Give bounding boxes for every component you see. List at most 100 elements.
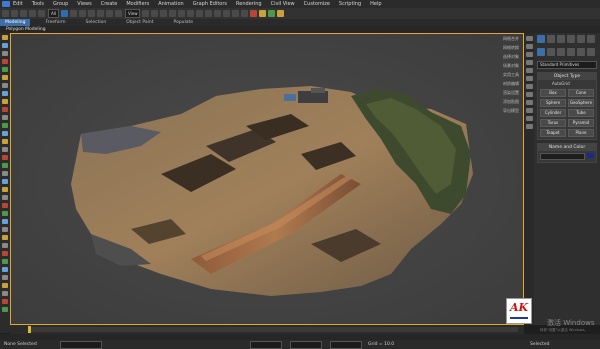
teapot-button[interactable]: Teapot bbox=[540, 129, 566, 137]
menu-graph-editors[interactable]: Graph Editors bbox=[193, 0, 227, 8]
x-coordinate-field[interactable] bbox=[250, 341, 282, 349]
tool-icon-20[interactable] bbox=[2, 187, 8, 192]
strip-icon-7[interactable] bbox=[525, 84, 533, 89]
tool-icon-17[interactable] bbox=[2, 163, 8, 168]
cone-button[interactable]: Cone bbox=[568, 89, 594, 97]
autogrid-checkbox[interactable]: AutoGrid bbox=[538, 80, 596, 87]
utilities-tab-icon[interactable] bbox=[587, 35, 595, 43]
scale-icon[interactable] bbox=[114, 10, 122, 17]
tool-icon-11[interactable] bbox=[2, 115, 8, 120]
polygon-modeling-label[interactable]: Polygon Modeling bbox=[6, 26, 46, 33]
menu-edit[interactable]: Edit bbox=[13, 0, 23, 8]
align-icon[interactable] bbox=[205, 10, 213, 17]
tool-icon-8[interactable] bbox=[2, 91, 8, 96]
tool-icon-12[interactable] bbox=[2, 123, 8, 128]
custom-tool-9[interactable]: 导出模型 bbox=[503, 108, 525, 115]
tool-icon-15[interactable] bbox=[2, 147, 8, 152]
tool-icon-21[interactable] bbox=[2, 195, 8, 200]
tool-icon-32[interactable] bbox=[2, 283, 8, 288]
custom-tool-6[interactable]: 材质编辑 bbox=[503, 81, 525, 88]
shapes-icon[interactable] bbox=[547, 48, 555, 56]
link-icon[interactable] bbox=[20, 10, 27, 17]
object-name-input[interactable] bbox=[540, 153, 585, 160]
menu-modifiers[interactable]: Modifiers bbox=[126, 0, 149, 8]
menu-tools[interactable]: Tools bbox=[32, 0, 44, 8]
menu-customize[interactable]: Customize bbox=[304, 0, 330, 8]
tool-icon-25[interactable] bbox=[2, 227, 8, 232]
custom-tool-5[interactable]: 实用工具 bbox=[503, 72, 525, 79]
select-by-name-icon[interactable] bbox=[69, 10, 77, 17]
tool-icon-5[interactable] bbox=[2, 67, 8, 72]
plane-button[interactable]: Plane bbox=[568, 129, 594, 137]
strip-icon-4[interactable] bbox=[525, 60, 533, 65]
spinner-snap-icon[interactable] bbox=[178, 10, 186, 17]
tool-icon-1[interactable] bbox=[2, 35, 8, 40]
hierarchy-tab-icon[interactable] bbox=[557, 35, 565, 43]
strip-icon-11[interactable] bbox=[525, 116, 533, 121]
time-slider-handle[interactable] bbox=[28, 326, 31, 333]
select-object-icon[interactable] bbox=[60, 10, 68, 17]
menu-help[interactable]: Help bbox=[370, 0, 381, 8]
strip-icon-9[interactable] bbox=[525, 100, 533, 105]
angle-snap-icon[interactable] bbox=[160, 10, 168, 17]
mirror-icon[interactable] bbox=[196, 10, 204, 17]
strip-icon-10[interactable] bbox=[525, 108, 533, 113]
tool-icon-26[interactable] bbox=[2, 235, 8, 240]
strip-icon-2[interactable] bbox=[525, 44, 533, 49]
cylinder-button[interactable]: Cylinder bbox=[540, 109, 566, 117]
tool-icon-33[interactable] bbox=[2, 291, 8, 296]
tool-icon-4[interactable] bbox=[2, 59, 8, 64]
custom-tool-4[interactable]: 场景对象 bbox=[503, 63, 525, 70]
tool-icon-2[interactable] bbox=[2, 43, 8, 48]
geometry-icon[interactable] bbox=[537, 48, 545, 56]
geosphere-button[interactable]: GeoSphere bbox=[568, 99, 594, 107]
tab-freeform[interactable]: Freeform bbox=[40, 19, 70, 26]
tube-button[interactable]: Tube bbox=[568, 109, 594, 117]
tool-icon-30[interactable] bbox=[2, 267, 8, 272]
strip-icon-3[interactable] bbox=[525, 52, 533, 57]
selection-filter-dropdown[interactable]: All bbox=[48, 9, 59, 18]
layer-explorer-icon[interactable] bbox=[214, 10, 222, 17]
material-editor-icon[interactable] bbox=[250, 10, 258, 17]
tool-icon-34[interactable] bbox=[2, 299, 8, 304]
tool-icon-24[interactable] bbox=[2, 219, 8, 224]
modify-tab-icon[interactable] bbox=[547, 35, 555, 43]
tool-icon-28[interactable] bbox=[2, 251, 8, 256]
tool-icon-29[interactable] bbox=[2, 259, 8, 264]
key-mode-label[interactable]: Selected bbox=[530, 341, 550, 348]
motion-tab-icon[interactable] bbox=[567, 35, 575, 43]
bind-space-warp-icon[interactable] bbox=[38, 10, 45, 17]
strip-icon-1[interactable] bbox=[525, 36, 533, 41]
helpers-icon[interactable] bbox=[577, 48, 585, 56]
redo-icon[interactable] bbox=[11, 10, 18, 17]
menu-group[interactable]: Group bbox=[53, 0, 68, 8]
menu-views[interactable]: Views bbox=[77, 0, 91, 8]
tool-icon-19[interactable] bbox=[2, 179, 8, 184]
sphere-button[interactable]: Sphere bbox=[540, 99, 566, 107]
strip-icon-5[interactable] bbox=[525, 68, 533, 73]
curve-editor-icon[interactable] bbox=[232, 10, 240, 17]
unlink-icon[interactable] bbox=[29, 10, 36, 17]
app-logo-icon[interactable] bbox=[2, 1, 10, 7]
pyramid-button[interactable]: Pyramid bbox=[568, 119, 594, 127]
primitive-category-dropdown[interactable]: Standard Primitives bbox=[537, 61, 597, 69]
tool-icon-7[interactable] bbox=[2, 83, 8, 88]
strip-icon-6[interactable] bbox=[525, 76, 533, 81]
snap-toggle-icon[interactable] bbox=[151, 10, 159, 17]
tool-icon-10[interactable] bbox=[2, 107, 8, 112]
torus-button[interactable]: Torus bbox=[540, 119, 566, 127]
y-coordinate-field[interactable] bbox=[290, 341, 322, 349]
reference-coord-dropdown[interactable]: View bbox=[124, 9, 141, 18]
tool-icon-3[interactable] bbox=[2, 51, 8, 56]
menu-scripting[interactable]: Scripting bbox=[339, 0, 361, 8]
display-tab-icon[interactable] bbox=[577, 35, 585, 43]
custom-tool-3[interactable]: 选择对象 bbox=[503, 54, 525, 61]
tool-icon-14[interactable] bbox=[2, 139, 8, 144]
strip-icon-8[interactable] bbox=[525, 92, 533, 97]
custom-tool-1[interactable]: 网格合并 bbox=[503, 36, 525, 43]
pivot-center-icon[interactable] bbox=[142, 10, 150, 17]
tool-icon-16[interactable] bbox=[2, 155, 8, 160]
tab-selection[interactable]: Selection bbox=[81, 19, 112, 26]
tab-populate[interactable]: Populate bbox=[169, 19, 199, 26]
schematic-view-icon[interactable] bbox=[241, 10, 249, 17]
